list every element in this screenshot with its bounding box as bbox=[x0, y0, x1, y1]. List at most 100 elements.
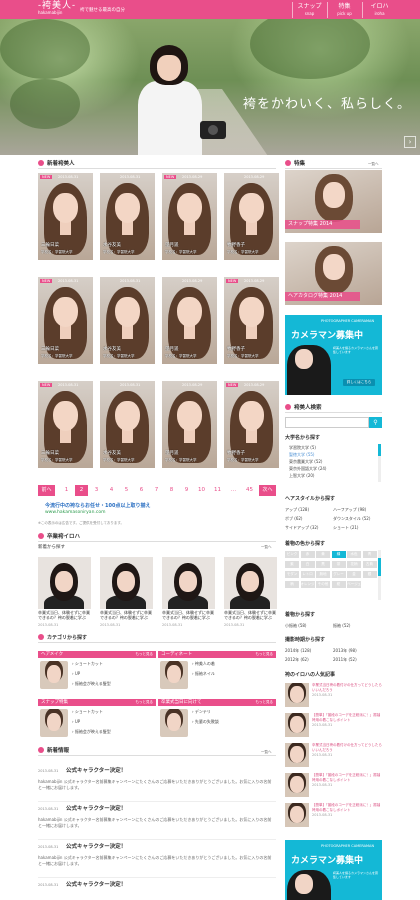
iroha-title[interactable]: 【簡単】「普段のコーデを正統派に！」振袖袴用の着こなしポイント 2013-08-3… bbox=[312, 803, 382, 818]
page-link[interactable]: 10 bbox=[195, 485, 208, 496]
year-link[interactable]: 2014年 (128) bbox=[285, 648, 311, 653]
hair-link[interactable]: ダウンスタイル (52) bbox=[333, 516, 370, 521]
cameraman-banner-bottom[interactable]: PHOTOGRAPHER CAMERAMAN カメラマン募集中 袴美人を撮るカメ… bbox=[285, 840, 382, 900]
category-item[interactable]: › 振袖ネイル bbox=[192, 671, 215, 676]
color-chip[interactable]: ベージュ bbox=[347, 581, 361, 588]
color-chip[interactable]: 金 bbox=[347, 571, 361, 578]
search-icon[interactable]: ⚲ bbox=[369, 417, 382, 428]
color-chip[interactable]: 紺 bbox=[331, 581, 346, 588]
campaign-link[interactable]: 今流行中の袴ならお任せ・100点以上取り揃え bbox=[45, 503, 150, 509]
graduate-more-link[interactable]: 一覧へ bbox=[261, 545, 272, 549]
iroha-title[interactable]: 卒業式当日袴の着付けの仕方ってどうしたらいいんだろう 2013-08-31 bbox=[312, 683, 382, 698]
color-chip[interactable]: モダン bbox=[285, 571, 299, 578]
color-scrollbar[interactable] bbox=[378, 550, 381, 600]
univ-link[interactable]: 上智大学 (20) bbox=[289, 473, 314, 478]
beauty-card[interactable]: 2013-08-31 水谷友美 学校名：学習院大学 bbox=[100, 277, 155, 364]
news-title[interactable]: 公式キャラクター決定！ bbox=[66, 806, 126, 813]
page-link[interactable]: 6 bbox=[135, 485, 148, 496]
univ-link[interactable]: 聖徳大学 (55) bbox=[289, 452, 314, 457]
beauty-card[interactable]: NEW 2013-08-29 牧野香子 学校名：学習院大学 bbox=[224, 277, 279, 364]
news-title[interactable]: 公式キャラクター決定！ bbox=[66, 768, 126, 775]
iroha-thumb[interactable] bbox=[285, 773, 309, 797]
hair-link[interactable]: ボブ (62) bbox=[285, 516, 302, 521]
news-title[interactable]: 公式キャラクター決定！ bbox=[66, 844, 126, 851]
page-link[interactable]: 3 bbox=[90, 485, 103, 496]
iroha-title[interactable]: 【簡単】「普段のコーデを正統派に！」振袖袴用の着こなしポイント 2013-08-3… bbox=[312, 713, 382, 728]
page-link[interactable]: 1 bbox=[60, 485, 73, 496]
category-item[interactable]: › 振袖会が映える髪型 bbox=[72, 681, 111, 686]
iroha-thumb[interactable] bbox=[285, 743, 309, 767]
color-chip[interactable]: オレンジ bbox=[300, 581, 315, 588]
news-title[interactable]: 公式キャラクター決定！ bbox=[66, 882, 126, 889]
beauty-card[interactable]: NEW 2013-08-31 三輪日菜 学校名：学習院大学 bbox=[38, 277, 93, 364]
graduate-title[interactable]: 卒業式当日、体験せずに卒業できるの？袴の脱着に学ぶ bbox=[162, 610, 217, 620]
pagination-next[interactable]: 次へ bbox=[259, 485, 276, 496]
univ-scrollbar[interactable] bbox=[378, 444, 381, 482]
year-link[interactable]: 2012年 (62) bbox=[285, 657, 309, 662]
hair-link[interactable]: ショート (21) bbox=[333, 525, 358, 530]
hero-next-arrow-icon[interactable]: › bbox=[404, 136, 416, 148]
page-link[interactable]: 9 bbox=[180, 485, 193, 496]
category-more-link[interactable]: もっと見る bbox=[256, 699, 274, 706]
beauty-card[interactable]: 2013-08-31 水谷友美 学校名：学習院大学 bbox=[100, 173, 155, 260]
color-chip[interactable]: 黒 bbox=[316, 561, 330, 568]
kimono-link[interactable]: 振袖 (52) bbox=[333, 623, 350, 628]
feature-banner-snap[interactable]: スナップ特集 2014 bbox=[285, 170, 382, 233]
category-item[interactable]: › UP bbox=[72, 671, 80, 676]
color-chip[interactable]: ピンク bbox=[285, 551, 299, 558]
kimono-link[interactable]: 小振袖 (58) bbox=[285, 623, 306, 628]
feature-banner-hair[interactable]: ヘアカタログ特集 2014 bbox=[285, 242, 382, 305]
beauty-card[interactable]: 2013-08-31 水谷友美 学校名：学習院大学 bbox=[100, 381, 155, 468]
color-chip[interactable]: 柄 bbox=[285, 581, 299, 588]
page-link[interactable]: ... bbox=[227, 485, 240, 496]
graduate-thumb[interactable] bbox=[100, 557, 153, 609]
graduate-thumb[interactable] bbox=[162, 557, 215, 609]
color-chip[interactable]: 紫 bbox=[285, 561, 299, 568]
category-more-link[interactable]: もっと見る bbox=[136, 699, 154, 706]
iroha-thumb[interactable] bbox=[285, 713, 309, 737]
page-link[interactable]: 2 bbox=[75, 485, 88, 496]
univ-link[interactable]: 学習院大学 (5) bbox=[289, 445, 316, 450]
cam-button[interactable]: 詳しくはこちら bbox=[343, 379, 375, 386]
graduate-title[interactable]: 卒業式当日、体験せずに卒業できるの？袴の脱着に学ぶ bbox=[38, 610, 93, 620]
iroha-title[interactable]: 【簡単】「普段のコーデを正統派に！」振袖袴用の着こなしポイント 2013-08-3… bbox=[312, 773, 382, 788]
beauty-card[interactable]: NEW 2013-08-31 三輪日菜 学校名：学習院大学 bbox=[38, 381, 93, 468]
page-link[interactable]: 8 bbox=[165, 485, 178, 496]
color-chip[interactable]: 黄 bbox=[316, 551, 330, 558]
category-title-bar[interactable]: 卒業式当日に向けて もっと見る bbox=[158, 699, 276, 706]
univ-link[interactable]: 東京農業大学 (52) bbox=[289, 459, 322, 464]
iroha-title[interactable]: 卒業式当日袴の着付けの仕方ってどうしたらいいんだろう 2013-08-31 bbox=[312, 743, 382, 758]
page-link[interactable]: 5 bbox=[120, 485, 133, 496]
color-chip[interactable]: 白 bbox=[300, 561, 315, 568]
univ-link[interactable]: 東京外国語大学 (24) bbox=[289, 466, 326, 471]
color-chip[interactable]: 花柄 bbox=[347, 561, 361, 568]
pagination-prev[interactable]: 前へ bbox=[38, 485, 55, 496]
color-chip[interactable]: 青 bbox=[362, 551, 377, 558]
campaign-url[interactable]: www.hakamasoniryan.com bbox=[45, 510, 105, 516]
beauty-card[interactable]: 2013-08-29 望月遥 学校名：学習院大学 bbox=[162, 277, 217, 364]
hair-link[interactable]: ハーフアップ (98) bbox=[333, 507, 366, 512]
category-item[interactable]: › デンテリ bbox=[192, 709, 211, 714]
category-item[interactable]: › ショートカット bbox=[72, 709, 103, 714]
category-more-link[interactable]: もっと見る bbox=[136, 651, 154, 658]
year-link[interactable]: 2011年 (52) bbox=[333, 657, 357, 662]
color-chip[interactable]: 茶 bbox=[331, 561, 346, 568]
category-title-bar[interactable]: コーディネート もっと見る bbox=[158, 651, 276, 658]
year-link[interactable]: 2013年 (98) bbox=[333, 648, 357, 653]
page-link[interactable]: 11 bbox=[211, 485, 224, 496]
color-chip[interactable]: 銀 bbox=[362, 571, 377, 578]
color-chip[interactable]: 緑 bbox=[331, 551, 346, 558]
category-item[interactable]: › 振袖会が映える髪型 bbox=[72, 729, 111, 734]
graduate-title[interactable]: 卒業式当日、体験せずに卒業できるの？袴の脱着に学ぶ bbox=[224, 610, 279, 620]
hair-link[interactable]: アップ (128) bbox=[285, 507, 309, 512]
graduate-thumb[interactable] bbox=[38, 557, 91, 609]
beauty-card[interactable]: NEW 2013-08-29 望月遥 学校名：学習院大学 bbox=[162, 173, 217, 260]
beauty-card[interactable]: 2013-08-29 望月遥 学校名：学習院大学 bbox=[162, 381, 217, 468]
page-link[interactable]: 7 bbox=[150, 485, 163, 496]
category-item[interactable]: › 先輩の失敗談 bbox=[192, 719, 219, 724]
category-thumb[interactable] bbox=[40, 661, 68, 689]
color-chip[interactable]: 赤 bbox=[300, 551, 315, 558]
color-chip[interactable]: 水色 bbox=[347, 551, 361, 558]
color-chip[interactable]: レトロ bbox=[300, 571, 315, 578]
nav-iroha[interactable]: イロハ iroha bbox=[362, 2, 396, 18]
